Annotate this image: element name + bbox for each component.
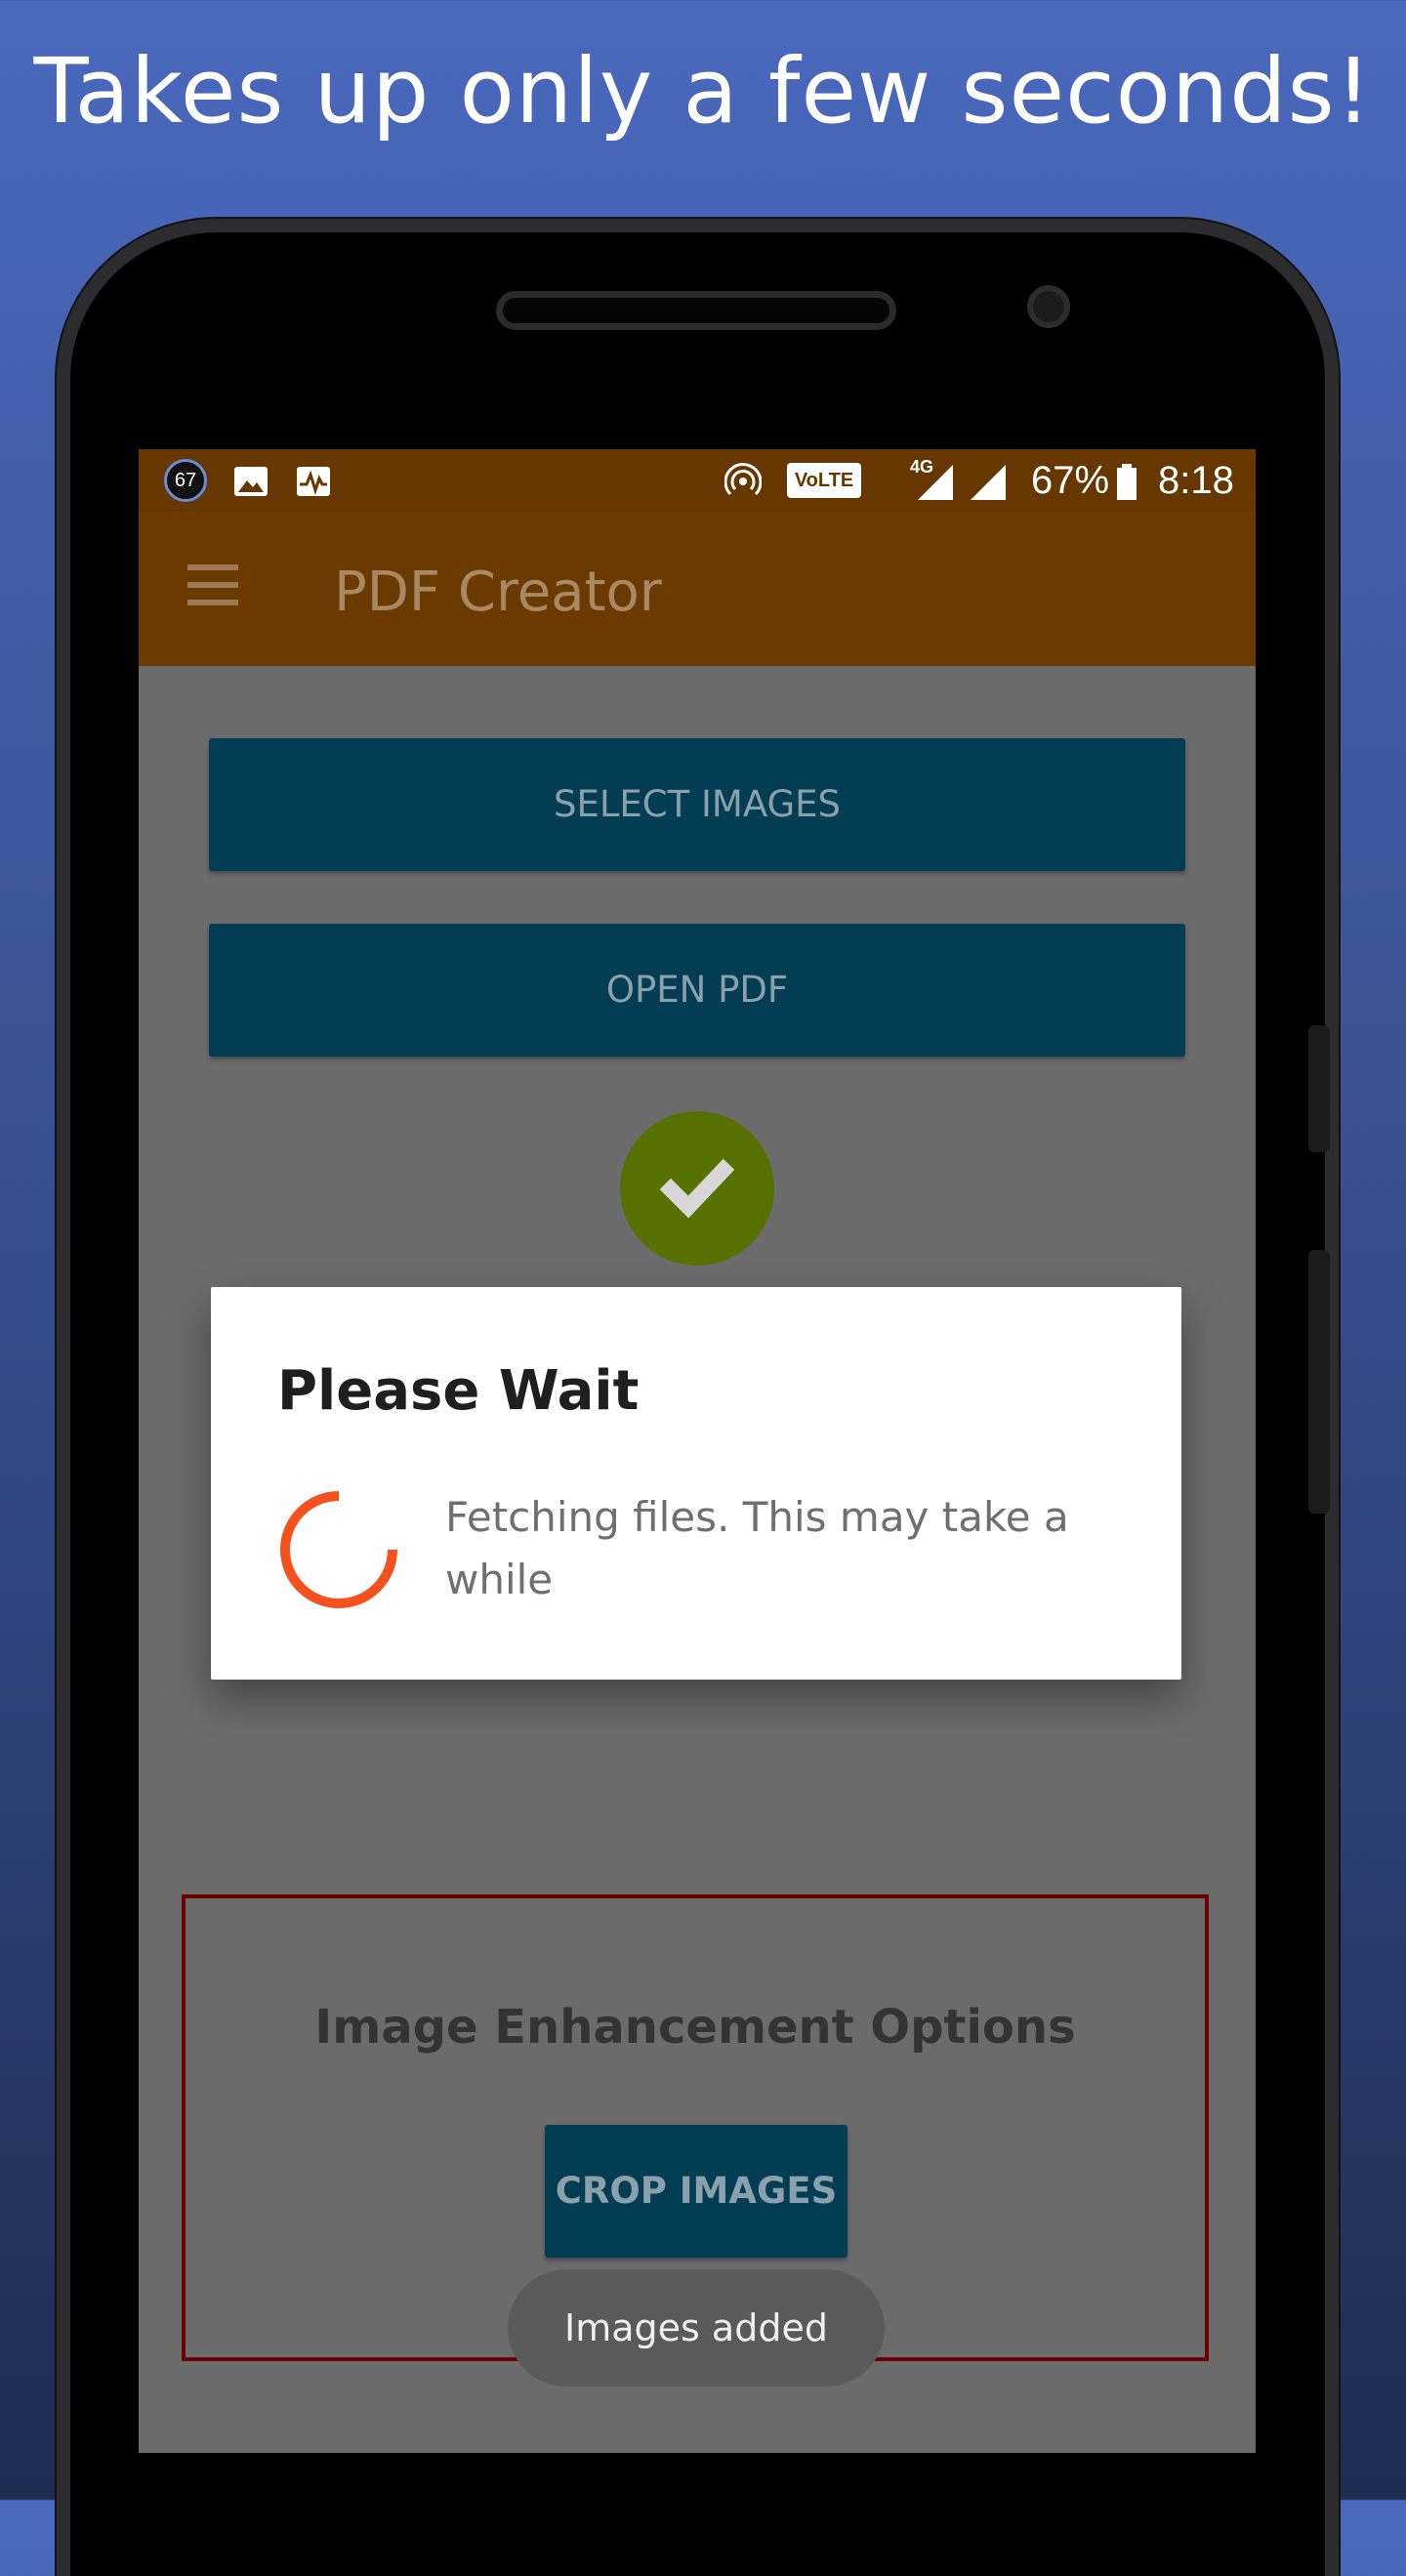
enhancement-title: Image Enhancement Options	[314, 2000, 1076, 2055]
toast-message: Images added	[508, 2269, 885, 2387]
clock: 8:18	[1158, 459, 1234, 502]
checkmark-icon	[659, 1158, 735, 1219]
signal-icon	[918, 465, 953, 500]
dialog-message: Fetching files. This may take a while	[445, 1493, 1069, 1603]
hamburger-menu-icon[interactable]	[187, 564, 238, 607]
app-bar: PDF Creator	[139, 512, 1256, 666]
headline: Takes up only a few seconds!	[33, 39, 1373, 144]
image-icon	[234, 467, 268, 496]
loading-spinner-icon	[280, 1491, 397, 1608]
signal-icon-2	[971, 465, 1006, 500]
activity-icon	[297, 467, 330, 496]
crop-images-button[interactable]: CROP IMAGES	[545, 2125, 848, 2258]
dialog-title: Please Wait	[277, 1359, 640, 1423]
notification-badge: 67	[164, 459, 207, 502]
success-check-circle	[620, 1111, 774, 1266]
battery-percent: 67%	[1031, 459, 1110, 502]
app-title: PDF Creator	[334, 561, 662, 624]
select-images-button[interactable]: SELECT IMAGES	[209, 738, 1185, 871]
phone-screen: 67 VoLTE 4G 67% 8:18 PDF Creator SELECT …	[139, 449, 1256, 2453]
phone-side-button-upper	[1308, 1025, 1330, 1152]
status-bar: 67 VoLTE 4G 67% 8:18	[139, 449, 1256, 512]
volte-badge: VoLTE	[787, 463, 861, 498]
hotspot-icon	[724, 463, 762, 496]
please-wait-dialog: Please Wait Fetching files. This may tak…	[211, 1287, 1181, 1680]
open-pdf-button[interactable]: OPEN PDF	[209, 924, 1185, 1057]
phone-speaker	[496, 291, 896, 330]
phone-side-button-lower	[1308, 1250, 1330, 1514]
phone-camera	[1027, 285, 1070, 328]
battery-icon	[1117, 464, 1137, 500]
